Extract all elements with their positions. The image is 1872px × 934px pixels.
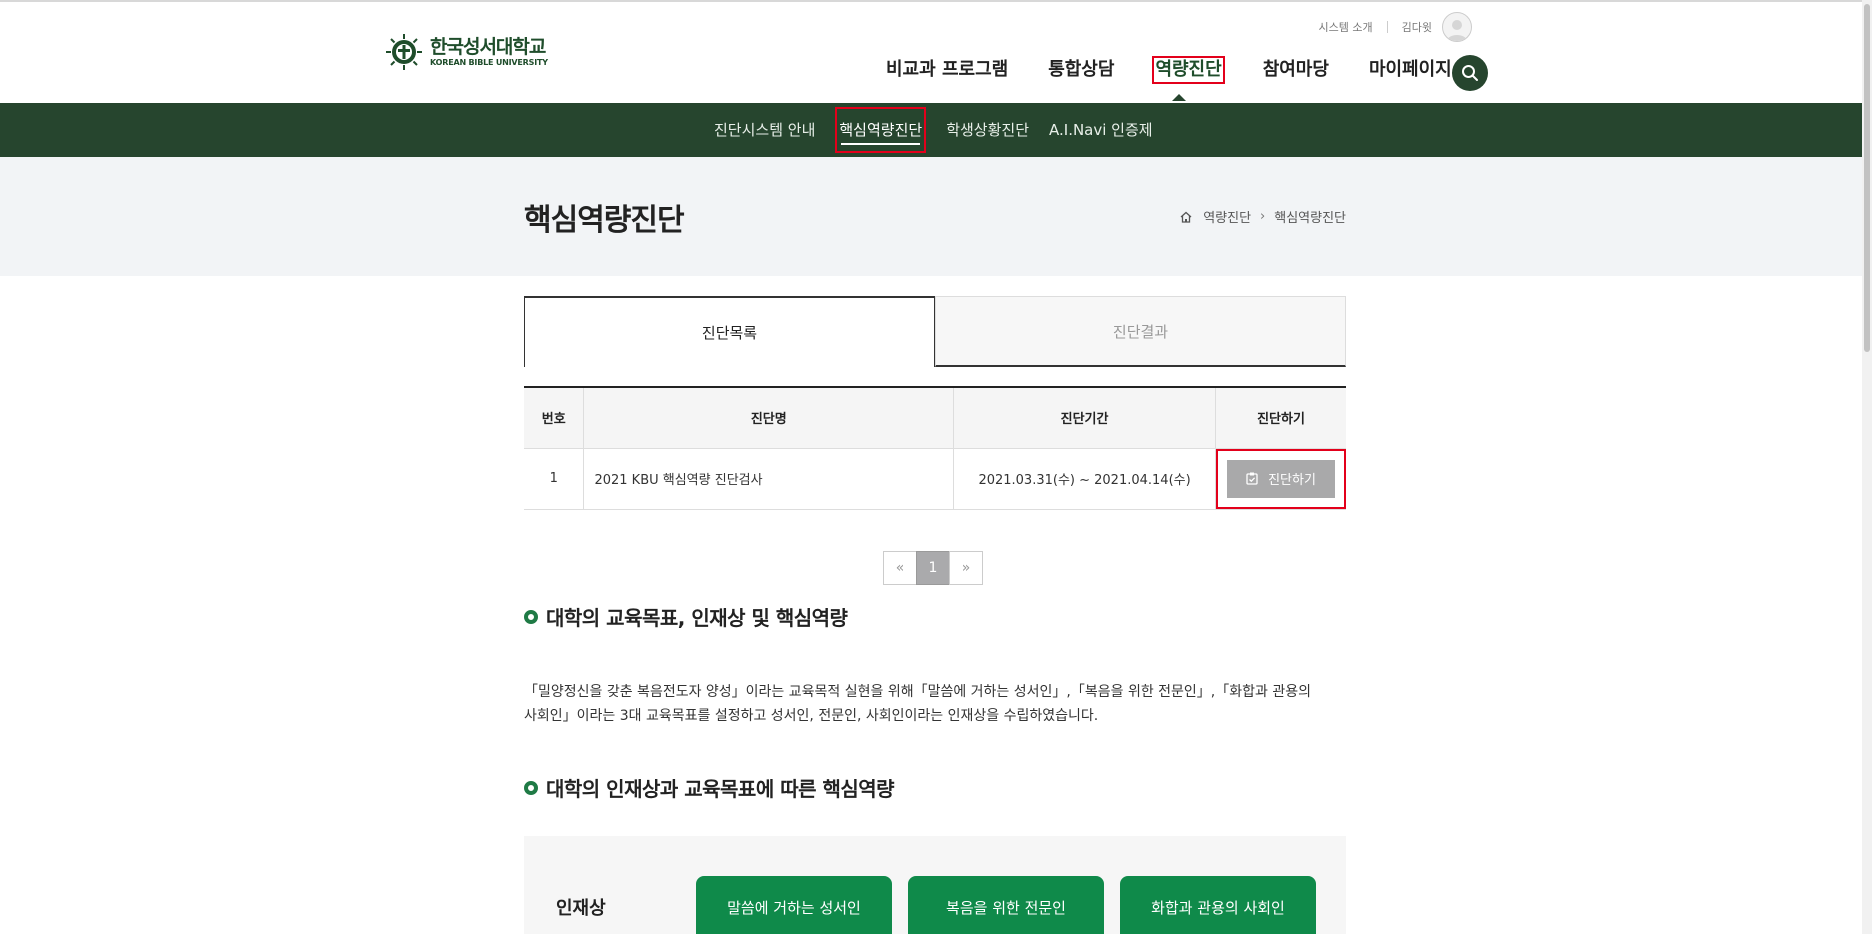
diagnosis-table: 번호 진단명 진단기간 진단하기 1 2021 KBU 핵심역량 진단검사 20… [524,386,1346,510]
search-icon [1462,65,1478,81]
user-name[interactable]: 김다윗 [1402,19,1432,35]
breadcrumb-item[interactable]: 핵심역량진단 [1274,207,1346,226]
diagnosis-name: 2021 KBU 핵심역량 진단검사 [583,448,955,510]
tab-diagnosis-result[interactable]: 진단결과 [935,296,1346,367]
action-cell: 진단하기 [1215,448,1346,510]
education-goal-text: 「밀양정신을 갖춘 복음전도자 양성」이라는 교육목적 실현을 위해「말씀에 거… [524,680,1350,728]
paragraph-line: 「밀양정신을 갖춘 복음전도자 양성」이라는 교육목적 실현을 위해「말씀에 거… [524,684,1311,700]
talent-panel: 인재상 말씀에 거하는 성서인 복음을 위한 전문인 화합과 관용의 사회인 [524,836,1346,934]
section-title-text: 대학의 인재상과 교육목표에 따른 핵심역량 [546,777,895,801]
page-button[interactable]: 1 [916,551,950,585]
university-emblem-icon [386,34,422,70]
gnb-item-counseling[interactable]: 통합상담 [1046,56,1116,84]
utility-menu: 시스템 소개 김다윗 [1319,12,1472,42]
section-title: 대학의 인재상과 교육목표에 따른 핵심역량 [524,773,895,802]
active-menu-marker [1172,94,1186,101]
diagnosis-period: 2021.03.31(수) ~ 2021.04.14(수) [953,448,1216,510]
breadcrumb-item[interactable]: 역량진단 [1203,207,1251,226]
logo-name-ko: 한국성서대학교 [430,36,546,58]
util-divider [1386,21,1388,33]
pagination: « 1 » [883,551,983,585]
user-icon [1447,20,1467,41]
site-header: 한국성서대학교 KOREAN BIBLE UNIVERSITY 시스템 소개 김… [0,2,1866,103]
scrollbar-thumb[interactable] [1864,4,1870,352]
bullet-circle-icon [524,780,538,795]
gnb-item-extracurricular[interactable]: 비교과 프로그램 [884,56,1010,84]
clipboard-check-icon [1246,472,1258,485]
subnav-item-ainavi[interactable]: A.I.Navi 인증제 [1049,119,1153,141]
bullet-circle-icon [524,609,538,624]
home-icon[interactable] [1179,210,1193,224]
section-title: 대학의 교육목표, 인재상 및 핵심역량 [524,602,848,631]
talent-item-social[interactable]: 화합과 관용의 사회인 [1120,876,1316,934]
gnb-item-mypage[interactable]: 마이페이지 [1367,56,1454,84]
logo-name-en: KOREAN BIBLE UNIVERSITY [430,58,548,67]
site-logo[interactable]: 한국성서대학교 KOREAN BIBLE UNIVERSITY [384,32,548,72]
do-diagnosis-button[interactable]: 진단하기 [1226,459,1335,498]
talent-item-bible[interactable]: 말씀에 거하는 성서인 [696,876,892,934]
tab-bar: 진단목록 진단결과 [524,296,1346,367]
system-intro-link[interactable]: 시스템 소개 [1319,19,1373,35]
column-header: 진단명 [583,387,955,449]
active-underline [841,143,921,145]
subnav-item-core-competency[interactable]: 핵심역량진단 [835,107,927,153]
talent-label: 인재상 [556,898,606,919]
subnav-item-system-guide[interactable]: 진단시스템 안내 [714,119,815,141]
paragraph-line: 사회인」이라는 3대 교육목표를 설정하고 성서인, 전문인, 사회인이라는 인… [524,708,1099,724]
talent-item-professional[interactable]: 복음을 위한 전문인 [908,876,1104,934]
main-nav: 비교과 프로그램 통합상담 역량진단 참여마당 마이페이지 [884,56,1490,84]
search-button[interactable] [1452,55,1488,91]
section-title-text: 대학의 교육목표, 인재상 및 핵심역량 [546,606,848,630]
breadcrumb: 역량진단 › 핵심역량진단 [1179,207,1346,226]
next-page-button[interactable]: » [949,551,983,585]
do-diagnosis-label: 진단하기 [1268,473,1316,488]
page-title: 핵심역량진단 [524,203,685,238]
subnav-item-core-competency-label: 핵심역량진단 [839,121,923,139]
sub-nav: 진단시스템 안내 핵심역량진단 학생상황진단 A.I.Navi 인증제 [0,103,1866,157]
do-diagnosis-highlight: 진단하기 [1215,448,1346,509]
gnb-item-participation[interactable]: 참여마당 [1261,56,1331,84]
column-header: 진단하기 [1215,387,1346,449]
table-header-row: 번호 진단명 진단기간 진단하기 [524,387,1346,449]
row-number: 1 [524,448,585,510]
page-title-band: 핵심역량진단 역량진단 › 핵심역량진단 [0,157,1866,276]
prev-page-button[interactable]: « [883,551,917,585]
table-row: 1 2021 KBU 핵심역량 진단검사 2021.03.31(수) ~ 202… [524,448,1346,510]
subnav-item-student-status[interactable]: 학생상황진단 [946,119,1029,141]
avatar[interactable] [1442,12,1472,42]
tab-diagnosis-list[interactable]: 진단목록 [524,296,935,367]
column-header: 진단기간 [953,387,1216,449]
chevron-right-icon: › [1260,209,1266,224]
gnb-item-diagnosis[interactable]: 역량진단 [1152,56,1225,84]
column-header: 번호 [524,387,585,449]
page-scrollbar[interactable] [1862,0,1872,934]
